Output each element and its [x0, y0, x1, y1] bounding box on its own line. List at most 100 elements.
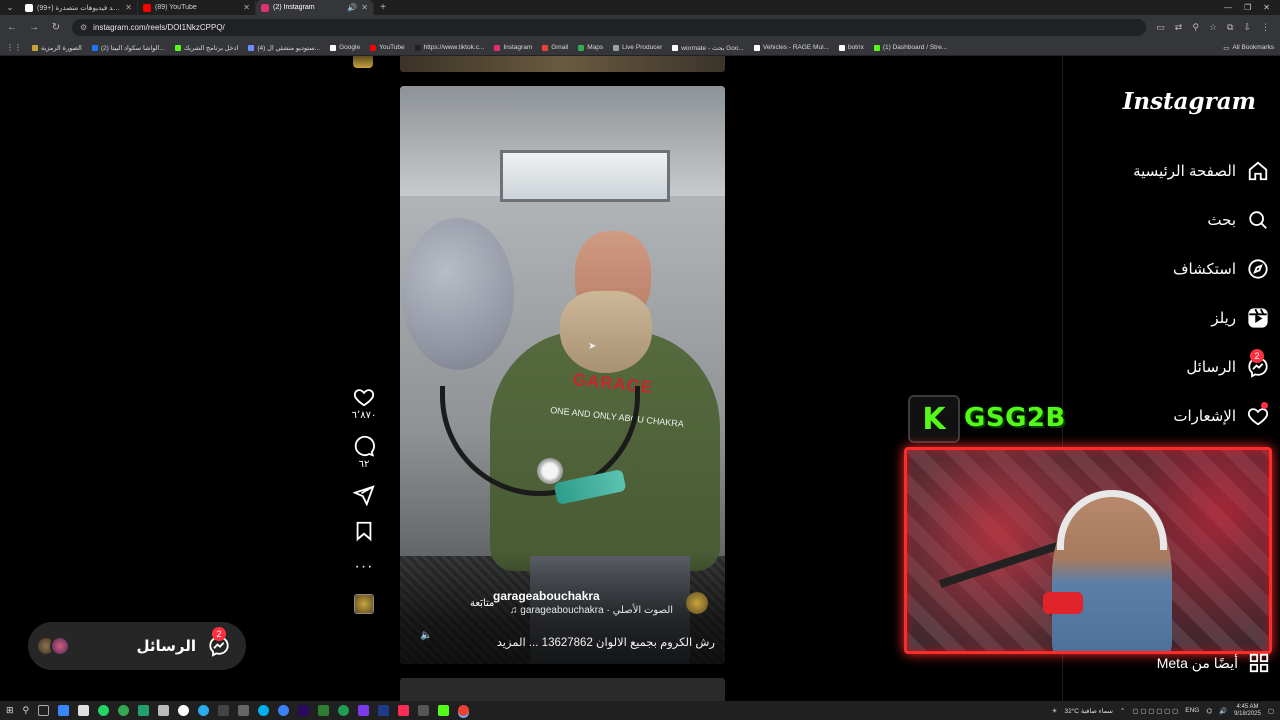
bookmark-item[interactable]: Google: [330, 44, 360, 52]
task-view-icon[interactable]: [38, 705, 50, 716]
minimize-icon[interactable]: —: [1224, 3, 1232, 12]
address-bar[interactable]: ⚙ instagram.com/reels/DOI1NkzCPPQ/: [72, 19, 1147, 36]
tiktok-icon[interactable]: [398, 705, 410, 716]
like-action[interactable]: ٦٬٨٧٠: [352, 386, 376, 421]
all-bookmarks[interactable]: ▭ All Bookmarks: [1223, 44, 1274, 52]
tab-search-icon[interactable]: ⌄: [0, 3, 20, 12]
instagram-logo[interactable]: Instagram: [1123, 88, 1256, 115]
bookmark-item[interactable]: (1) Dashboard / Stre...: [873, 44, 947, 52]
bookmark-item[interactable]: Maps: [578, 44, 603, 52]
messages-floating-button[interactable]: 2 الرسائل: [28, 622, 246, 670]
speaker-icon[interactable]: 🔊: [347, 3, 357, 12]
also-from-meta[interactable]: أيضًا من Meta: [1157, 652, 1270, 674]
app-icon[interactable]: [178, 705, 190, 716]
bookmark-item[interactable]: YouTube: [370, 44, 405, 52]
chrome-active-icon[interactable]: [458, 705, 470, 716]
bookmark-star-icon[interactable]: ☆: [1209, 22, 1217, 33]
comment-action[interactable]: ٦٢: [353, 435, 375, 470]
follow-button[interactable]: متابَعة: [470, 598, 494, 609]
browser-tab-active[interactable]: (2) Instagram 🔊 ✕: [256, 0, 374, 15]
save-action[interactable]: [353, 520, 375, 542]
downloads-icon[interactable]: ⇩: [1243, 22, 1251, 33]
whatsapp-icon[interactable]: [98, 705, 110, 716]
audio-thumbnail[interactable]: [354, 594, 374, 614]
notifications-icon[interactable]: ▢: [1268, 707, 1274, 715]
telegram-icon[interactable]: [198, 705, 210, 716]
bookmark-item[interactable]: (4) ستوديو منشئي ال...: [248, 44, 320, 52]
tray-icons[interactable]: ▢ ▢ ▢ ▢ ▢ ▢: [1132, 707, 1178, 715]
volume-icon[interactable]: 🔊: [1219, 707, 1227, 715]
reel-audio-link[interactable]: ♫ garageabouchakra · الصوت الأصلي: [510, 605, 673, 616]
maximize-icon[interactable]: ❐: [1244, 3, 1251, 12]
start-icon[interactable]: ⊞: [6, 705, 14, 716]
bookmark-item[interactable]: wormate - بحث Goo...: [672, 44, 744, 52]
next-reel-edge[interactable]: [400, 678, 725, 701]
send-icon[interactable]: [353, 484, 375, 506]
taskbar-search-icon[interactable]: ⚲: [23, 705, 30, 716]
bookmark-item[interactable]: Live Producer: [613, 44, 662, 52]
browser-tab[interactable]: (99+) شاهد فيديوهات متصدرة ✕: [20, 0, 138, 15]
tray-expand-icon[interactable]: ⌃: [1120, 707, 1125, 715]
browser-tab[interactable]: (89) YouTube ✕: [138, 0, 256, 15]
zoom-icon[interactable]: ⚲: [1192, 22, 1199, 33]
close-tab-icon[interactable]: ✕: [361, 3, 368, 12]
bookmark-item[interactable]: botrix: [838, 44, 864, 52]
comment-icon[interactable]: [353, 435, 375, 457]
bookmark-item[interactable]: Vehicles - RAGE Mul...: [753, 44, 829, 52]
apps-grid-icon[interactable]: ⋮⋮: [6, 43, 22, 52]
app-icon[interactable]: [278, 705, 290, 716]
app-icon[interactable]: [138, 705, 150, 716]
mute-toggle-icon[interactable]: 🔈: [420, 630, 432, 641]
close-window-icon[interactable]: ✕: [1263, 3, 1270, 12]
reel-author-avatar[interactable]: [686, 592, 708, 614]
bookmark-item[interactable]: (2) الواشا سكواد البيتا...: [91, 44, 165, 52]
bookmark-icon[interactable]: [353, 520, 375, 542]
premiere-icon[interactable]: [298, 705, 310, 716]
share-action[interactable]: [353, 484, 375, 506]
app-icon[interactable]: [58, 705, 70, 716]
nav-home[interactable]: الصفحة الرئيسية: [1133, 156, 1270, 186]
app-icon[interactable]: [418, 705, 430, 716]
reload-icon[interactable]: ↻: [50, 22, 62, 33]
site-info-icon[interactable]: ⚙: [80, 23, 87, 32]
chrome-icon[interactable]: [118, 705, 130, 716]
close-tab-icon[interactable]: ✕: [243, 3, 250, 12]
nav-explore[interactable]: استكشاف: [1173, 254, 1270, 284]
reel-caption[interactable]: رش الكروم بجميع الالوان 13627862 ... الم…: [470, 635, 715, 649]
bookmark-item[interactable]: ادخل برنامج الشريك: [174, 44, 238, 52]
new-tab-icon[interactable]: +: [374, 2, 392, 13]
bookmark-item[interactable]: الصورة الرمزية: [32, 44, 82, 52]
clock[interactable]: 4:45 AM 9/18/2025: [1234, 704, 1261, 718]
more-options-icon[interactable]: ···: [355, 558, 374, 576]
bookmark-item[interactable]: Gmail: [542, 44, 568, 52]
app-icon[interactable]: [158, 705, 170, 716]
previous-reel-audio-thumb[interactable]: [353, 56, 373, 68]
app-icon[interactable]: [238, 705, 250, 716]
previous-reel-edge[interactable]: [400, 56, 725, 72]
back-icon[interactable]: ←: [6, 22, 18, 33]
nav-notifications[interactable]: الإشعارات: [1173, 401, 1270, 431]
bookmark-item[interactable]: https://www.tiktok.c...: [414, 44, 484, 52]
heart-icon[interactable]: [353, 386, 375, 408]
close-tab-icon[interactable]: ✕: [125, 3, 132, 12]
weather-text[interactable]: 32°C سماء صافية: [1064, 707, 1112, 715]
app-icon[interactable]: [358, 705, 370, 716]
forward-icon[interactable]: →: [28, 22, 40, 33]
translate-icon[interactable]: ⇄: [1175, 22, 1183, 33]
nav-search[interactable]: بحث: [1207, 205, 1270, 235]
reel-video[interactable]: GARAGE ONE AND ONLY ABOU CHAKRA ➤ garage…: [400, 86, 725, 664]
app-icon[interactable]: [78, 705, 90, 716]
extensions-icon[interactable]: ⧉: [1227, 22, 1233, 33]
app-icon[interactable]: [318, 705, 330, 716]
skype-icon[interactable]: [258, 705, 270, 716]
language-indicator[interactable]: ENG: [1185, 707, 1199, 714]
app-icon[interactable]: [218, 705, 230, 716]
nav-messages[interactable]: 2 الرسائل: [1186, 349, 1270, 382]
app-icon[interactable]: [378, 705, 390, 716]
nav-reels[interactable]: ريلز: [1211, 303, 1270, 333]
app-icon[interactable]: [338, 705, 350, 716]
bookmark-item[interactable]: Instagram: [494, 44, 532, 52]
menu-icon[interactable]: ⋮: [1261, 22, 1270, 33]
kick-taskbar-icon[interactable]: [438, 705, 450, 716]
cast-icon[interactable]: ▭: [1156, 22, 1165, 33]
